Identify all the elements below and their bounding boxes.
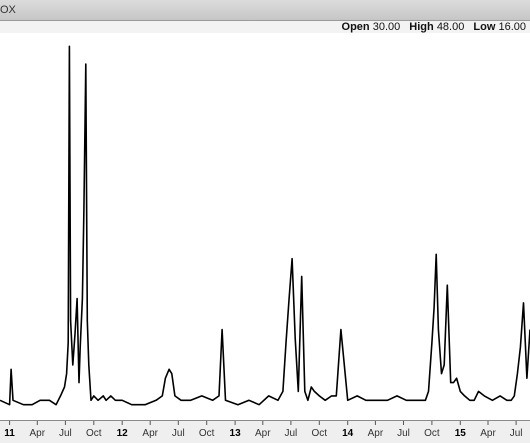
x-tick-label: Oct — [424, 428, 440, 439]
x-tick-label: Oct — [312, 428, 328, 439]
x-tick-label: 14 — [342, 428, 354, 439]
x-tick-label: Apr — [368, 428, 384, 439]
series-group — [0, 45, 530, 406]
x-tick-label: Oct — [199, 428, 215, 439]
x-tick-label: Jul — [510, 428, 523, 439]
x-tick-label: Jul — [172, 428, 185, 439]
x-tick-label: Apr — [255, 428, 271, 439]
x-tick-label: Apr — [142, 428, 158, 439]
x-tick-label: Apr — [30, 428, 46, 439]
price-chart: 11 Apr Jul Oct 12 Apr Jul Oct 13 Apr Jul Oct 14 Apr Ju… — [0, 45, 530, 439]
x-tick-label: 11 — [4, 428, 15, 439]
x-tick-label: 12 — [117, 428, 129, 439]
x-tick-label: 13 — [230, 428, 242, 439]
x-tick-label: Jul — [397, 428, 410, 439]
x-tick-label: 15 — [455, 428, 467, 439]
x-tick-label: Jul — [285, 428, 298, 439]
x-tick-label: Apr — [480, 428, 496, 439]
series-line-0 — [0, 45, 530, 406]
x-tick-label: Jul — [59, 428, 72, 439]
x-tick-label: Oct — [86, 428, 102, 439]
x-axis-ticks: 11 Apr Jul Oct 12 Apr Jul Oct 13 Apr Jul Oct 14 Apr Ju… — [4, 421, 522, 439]
